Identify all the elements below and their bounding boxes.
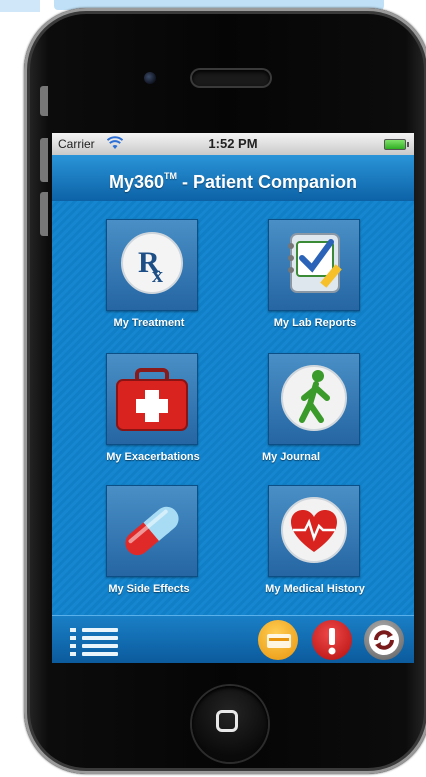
list-icon[interactable] — [70, 626, 118, 656]
my-exacerbations-tile[interactable]: My Exacerbations — [58, 353, 218, 473]
alert-icon[interactable] — [312, 620, 352, 660]
my-journal-tile[interactable]: My Journal — [220, 353, 380, 473]
my-side-effects-tile[interactable]: My Side Effects — [58, 485, 218, 605]
my-treatment-tile[interactable]: R x My Treatment — [58, 219, 218, 339]
my-lab-reports-tile[interactable]: My Lab Reports — [220, 219, 380, 339]
battery-icon — [384, 139, 409, 150]
volume-down-button — [40, 192, 48, 236]
sync-icon[interactable] — [364, 620, 404, 660]
app-screen: Carrier 1:52 PM My360TM - Patient Compan… — [52, 133, 414, 663]
my-treatment-label: My Treatment — [113, 317, 185, 329]
my-journal-label: My Journal — [261, 451, 321, 463]
title-prefix: My360 — [108, 172, 165, 192]
status-time: 1:52 PM — [208, 136, 258, 151]
orange-card-icon[interactable] — [258, 620, 298, 660]
clipboard-check-icon — [268, 219, 360, 311]
status-bar: Carrier 1:52 PM — [52, 133, 414, 155]
heart-pulse-icon — [268, 485, 360, 577]
bottom-toolbar — [52, 615, 414, 663]
menu-grid: R x My Treatment My Lab Reports My Exace… — [52, 201, 414, 615]
walking-person-icon — [268, 353, 360, 445]
first-aid-kit-icon — [106, 353, 198, 445]
svg-text:x: x — [152, 262, 163, 287]
my-medical-history-tile[interactable]: My Medical History — [220, 485, 380, 605]
rx-icon: R x — [106, 219, 198, 311]
my-side-effects-label: My Side Effects — [108, 583, 190, 595]
mute-switch — [40, 86, 48, 116]
trademark-mark: TM — [164, 171, 178, 181]
volume-up-button — [40, 138, 48, 182]
home-button[interactable] — [192, 686, 268, 762]
front-camera — [144, 72, 156, 84]
earpiece-speaker — [192, 70, 270, 86]
pill-capsule-icon — [106, 485, 198, 577]
my-lab-reports-label: My Lab Reports — [273, 317, 357, 329]
app-title: My360TM - Patient Companion — [52, 155, 414, 201]
top-left-strip — [0, 0, 40, 12]
home-square-icon — [216, 710, 238, 732]
title-suffix: - Patient Companion — [177, 172, 358, 192]
my-medical-history-label: My Medical History — [265, 583, 365, 595]
